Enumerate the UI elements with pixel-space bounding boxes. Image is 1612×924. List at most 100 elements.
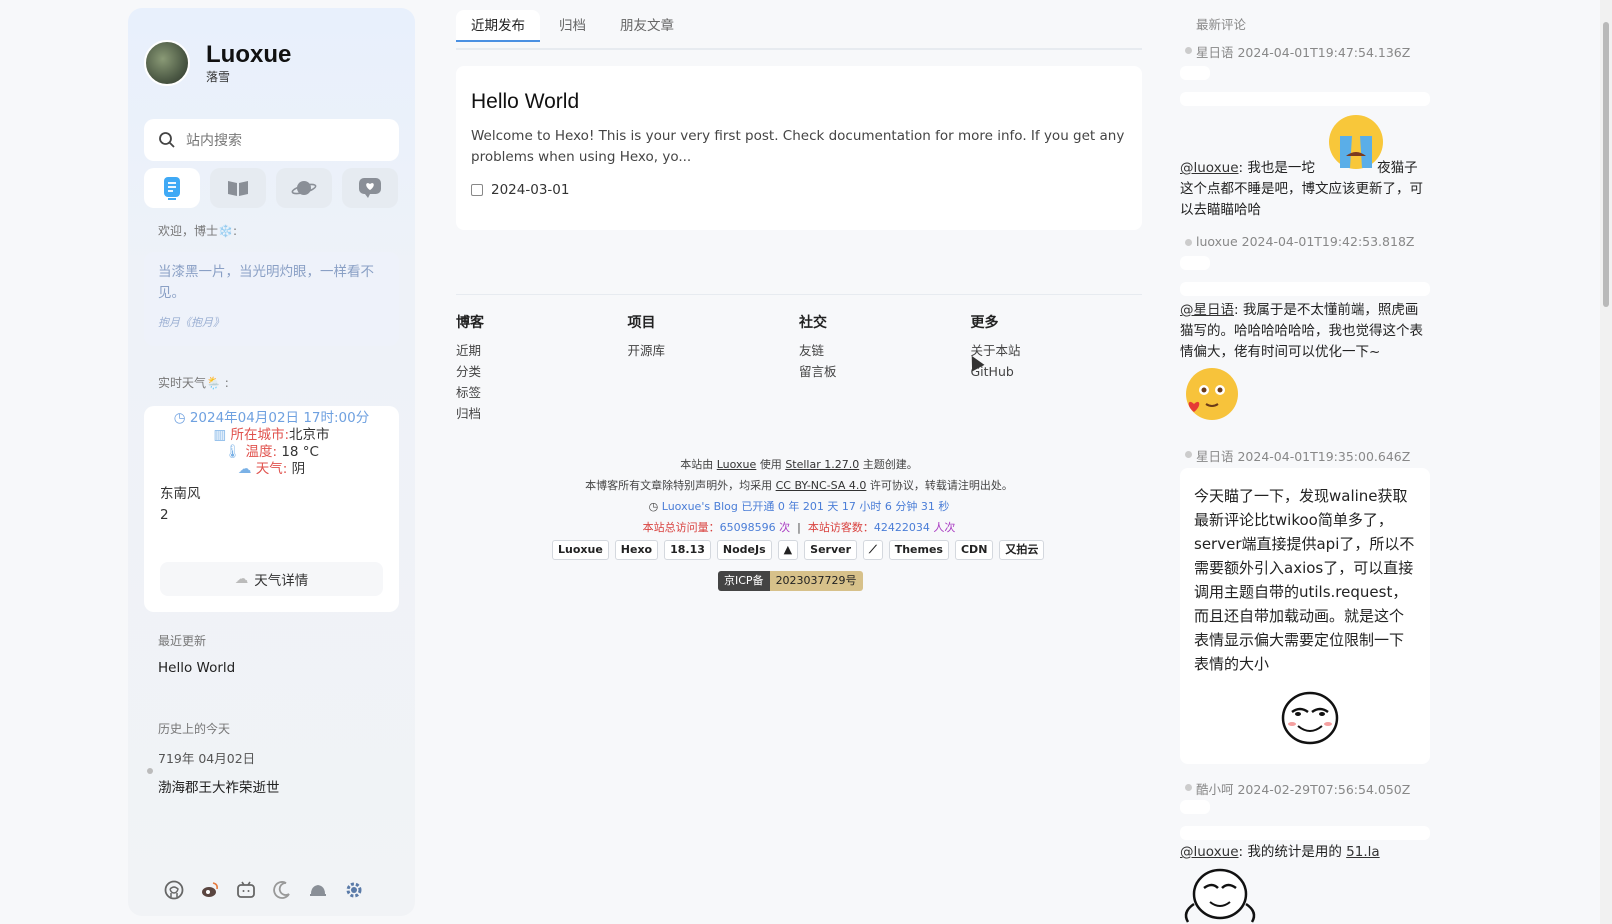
footer-divider [456,294,1142,295]
gear-icon[interactable] [344,880,364,900]
clock-icon: ◷ [648,500,659,513]
footer-link[interactable]: GitHub [971,361,1143,382]
badge-node-version[interactable]: 18.13 [664,540,711,560]
weather-wind-level: 2 [160,507,169,523]
mention-link[interactable]: @星日语 [1180,302,1234,318]
moon-icon[interactable] [272,880,292,900]
tab-archive[interactable]: 归档 [544,10,601,42]
footer-col-social: 社交 友链 留言板 [799,312,971,424]
footer-link[interactable]: 标签 [456,382,628,403]
weather-city: ▥ 所在城市:北京市 [213,427,330,443]
social-links [164,880,364,900]
badge-vercel[interactable]: ▲ [777,540,799,560]
footer-link[interactable]: 分类 [456,361,628,382]
weather-wind: 东南风 [160,486,201,502]
post-card[interactable]: Hello World Welcome to Hexo! This is you… [456,66,1142,230]
weather-datetime: ◷ 2024年04月02日 17时:00分 [173,410,370,426]
weather-detail-button[interactable]: ☁ 天气详情 [160,562,383,596]
icp-badge[interactable]: 京ICP备 2023037729号 [718,571,863,591]
theme-link[interactable]: Stellar 1.27.0 [785,458,859,471]
weather-card: ◷ 2024年04月02日 17时:00分 ▥ 所在城市:北京市 🌡 温度: 1… [144,406,399,612]
history-event[interactable]: 渤海郡王大祚荣逝世 [158,776,280,796]
badge-luoxue[interactable]: Luoxue [552,540,609,560]
comment-bar [1180,282,1430,296]
footer-link[interactable]: 开源库 [628,340,800,361]
badge-stellar[interactable]: ⟋ [863,540,883,560]
comment-dot [1185,451,1192,458]
weather-temp: 🌡 温度: 18 °C [224,444,319,460]
profile[interactable]: Luoxue 落雪 [144,40,291,86]
footer-credits: 本站由 Luoxue 使用 Stellar 1.27.0 主题创建。 本博客所有… [456,454,1142,538]
footer-link[interactable]: 留言板 [799,361,971,382]
nav-wiki-button[interactable] [210,168,266,208]
author-link[interactable]: Luoxue [717,458,757,471]
badge-nodejs[interactable]: NodeJs [716,540,772,560]
quote-source: 抱月《抱月》 [158,316,224,329]
bell-icon[interactable] [308,880,328,900]
profile-name[interactable]: Luoxue [206,41,291,69]
footer-link[interactable]: 友链 [799,340,971,361]
footer-link[interactable]: 关于本站 [971,340,1143,361]
post-title[interactable]: Hello World [471,90,1127,114]
runtime-text: ◷ Luoxue's Blog 已开通 0 年 201 天 17 小时 6 分钟… [648,500,950,513]
comment-card: 今天瞄了一下，发现waline获取最新评论比twikoo简单多了，server端… [1180,468,1430,764]
welcome-text: 欢迎，博士❄️: [158,224,237,238]
search-placeholder: 站内搜索 [186,133,242,149]
search-icon [159,132,175,148]
comment-meta: 酷小呵 2024-02-29T07:56:54.050Z [1196,782,1411,797]
mention-link[interactable]: @luoxue [1180,160,1239,176]
comment-bar [1180,92,1430,106]
nav-friends-button[interactable] [342,168,398,208]
scrollbar[interactable] [1600,0,1612,924]
icp-number: 2023037729号 [769,571,863,591]
footer-link[interactable]: 归档 [456,403,628,424]
latest-comments: 最新评论 星日语 2024-04-01T19:47:54.136Z @luoxu… [1180,0,1445,924]
quote-card: 当漆黑一片，当光明灼眼，一样看不见。 抱月《抱月》 [144,252,399,346]
github-icon[interactable] [164,880,184,900]
clock-icon: ◷ [173,410,190,426]
scrollbar-thumb[interactable] [1603,22,1609,307]
mention-link[interactable]: @luoxue [1180,844,1239,860]
badge-upyun[interactable]: 又拍云 [999,540,1045,560]
footer-badges: Luoxue Hexo 18.13 NodeJs ▲ Server ⟋ Them… [552,540,1045,560]
tab-recent[interactable]: 近期发布 [456,10,540,42]
comment-meta: 星日语 2024-04-01T19:47:54.136Z [1196,45,1411,60]
footer-col-title: 社交 [799,314,827,330]
weather-condition: ☁ 天气: 阴 [237,461,306,477]
comment-text: 今天瞄了一下，发现waline获取最新评论比twikoo简单多了，server端… [1194,487,1415,673]
comment-bar [1180,800,1210,814]
bilibili-icon[interactable] [236,880,256,900]
badge-themes[interactable]: Themes [888,540,949,560]
profile-subtitle: 落雪 [206,70,231,84]
comment-meta: 星日语 2024-04-01T19:35:00.646Z [1196,449,1411,464]
hug-sticker-icon [1184,868,1256,923]
history-dot [147,768,153,774]
comment-bar [1180,66,1210,80]
face-sticker-icon [1281,691,1339,745]
comment-dot [1185,239,1192,246]
footer-link[interactable]: 近期 [456,340,628,361]
document-icon [164,177,180,200]
nav-explore-button[interactable] [276,168,332,208]
badge-server[interactable]: Server [804,540,858,560]
search-input[interactable]: 站内搜索 [144,119,399,161]
post-excerpt: Welcome to Hexo! This is your very first… [471,128,1125,165]
icp-label: 京ICP备 [718,571,770,591]
badge-hexo[interactable]: Hexo [614,540,659,560]
main-tabs: 近期发布 归档 朋友文章 [456,10,1142,50]
planet-icon [291,181,317,195]
comments-header: 最新评论 [1196,17,1247,32]
stats-link[interactable]: 51.la [1346,844,1380,860]
recent-post-link[interactable]: Hello World [158,660,235,676]
comment-text-rest: 这个点都不睡是吧，博文应该更新了，可以去瞄瞄哈哈 [1180,181,1423,218]
quote-text: 当漆黑一片，当光明灼眼，一样看不见。 [158,264,374,301]
badge-cdn[interactable]: CDN [954,540,994,560]
weibo-icon[interactable] [200,880,220,900]
avatar[interactable] [144,40,190,86]
nav-posts-button[interactable] [144,168,200,208]
comment-meta: luoxue 2024-04-01T19:42:53.818Z [1196,234,1415,249]
cloud-icon: ☁ [237,461,256,477]
comment-dot [1185,47,1192,54]
license-link[interactable]: CC BY-NC-SA 4.0 [776,479,867,492]
tab-friends[interactable]: 朋友文章 [605,10,689,42]
